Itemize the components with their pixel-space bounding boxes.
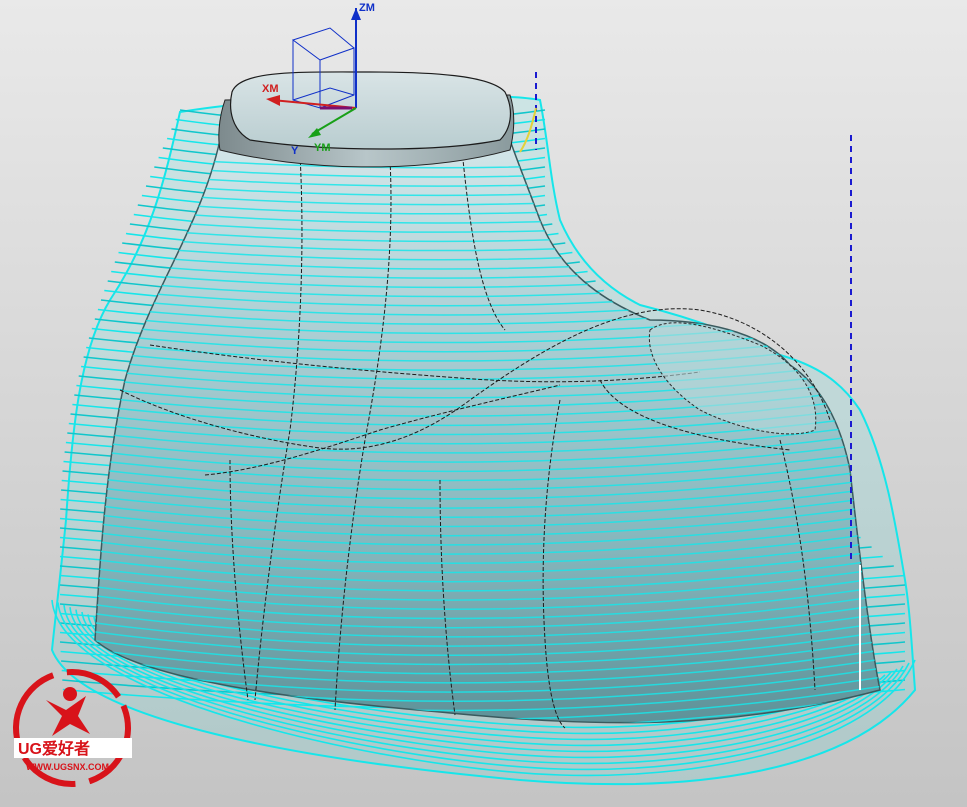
- logo-brand-text: UG爱好者: [18, 739, 90, 758]
- cam-scene[interactable]: ZM XM YM Y UG爱好者 WWW.UGSNX.COM: [0, 0, 967, 807]
- wcs-ym-label: YM: [314, 142, 331, 154]
- graphics-viewport[interactable]: ZM XM YM Y UG爱好者 WWW.UGSNX.COM: [0, 0, 967, 807]
- logo-url-text: WWW.UGSNX.COM: [26, 762, 109, 772]
- wcs-zm-label: ZM: [359, 2, 375, 14]
- shoe-part-body[interactable]: [60, 139, 920, 747]
- wcs-xm-label: XM: [262, 83, 279, 95]
- wcs-y-label: Y: [291, 145, 299, 157]
